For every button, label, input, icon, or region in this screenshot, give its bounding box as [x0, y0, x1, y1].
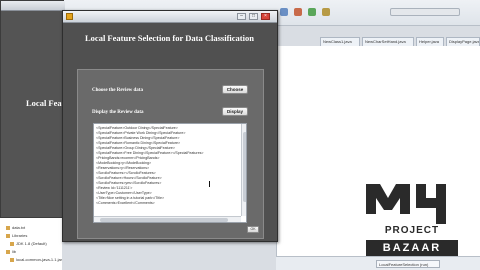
display-review-label: Display the Review data [92, 110, 144, 115]
tab-displaypage[interactable]: DisplayPage.java [446, 37, 480, 46]
folder-icon [6, 233, 10, 238]
tab-newclass[interactable]: NewClass1.java [320, 37, 360, 46]
ide-toolbar [270, 4, 480, 20]
small-button[interactable]: OK [247, 226, 259, 233]
logo-project-text: PROJECT [384, 225, 440, 236]
review-line: <Comments>Excellent</Comments> [96, 201, 155, 205]
library-icon [10, 241, 14, 246]
scroll-thumb[interactable] [243, 132, 246, 202]
tab-helper[interactable]: Helper.java [416, 37, 444, 46]
tab-charset[interactable]: NewCharSetHand.java [362, 37, 414, 46]
vertical-scrollbar[interactable] [241, 124, 246, 216]
scroll-thumb[interactable] [100, 218, 228, 222]
tree-item[interactable]: data.txt [6, 225, 25, 230]
profile-icon[interactable] [322, 8, 330, 16]
review-lines: <SpecialFeature>Outdoor Dining</SpecialF… [96, 126, 239, 206]
minimize-button[interactable]: – [237, 13, 246, 20]
tree-item[interactable]: lib [6, 249, 16, 254]
feature-selection-window: – □ × Local Feature Selection for Data C… [62, 10, 278, 242]
logo-bazaar-text: BAZAAR [382, 242, 442, 254]
choose-review-label: Choose the Review data [92, 88, 143, 93]
choose-button[interactable]: Choose [222, 85, 248, 94]
java-app-icon [66, 13, 73, 20]
maximize-button[interactable]: □ [249, 13, 258, 20]
close-button[interactable]: × [261, 13, 270, 20]
jar-icon [10, 257, 14, 262]
window-titlebar[interactable]: – □ × [63, 11, 277, 23]
debug-icon[interactable] [294, 8, 302, 16]
build-icon[interactable] [308, 8, 316, 16]
output-tab[interactable]: LocalFeatureSelection (run) [376, 260, 440, 268]
tree-item[interactable]: local-common-java-1.1.jar [10, 257, 62, 262]
review-text-area[interactable]: <SpecialFeature>Outdoor Dining</SpecialF… [93, 123, 247, 223]
file-icon [6, 225, 10, 230]
project-tree: data.txt Libraries JDK 1.8 (Default) lib… [0, 215, 62, 270]
folder-icon [6, 249, 10, 254]
editor-tabs: NewClass1.java NewCharSetHand.java Helpe… [276, 37, 480, 46]
search-input[interactable] [390, 8, 460, 16]
tree-item[interactable]: JDK 1.8 (Default) [10, 241, 47, 246]
display-button[interactable]: Display [222, 107, 248, 116]
window-heading: Local Feature Selection for Data Classif… [85, 33, 254, 43]
text-cursor [209, 181, 210, 187]
background-window-titlebar[interactable] [1, 1, 65, 11]
tree-item[interactable]: Libraries [6, 233, 27, 238]
horizontal-scrollbar[interactable] [94, 216, 241, 222]
run-icon[interactable] [280, 8, 288, 16]
background-window[interactable]: Local Feature [0, 0, 77, 218]
